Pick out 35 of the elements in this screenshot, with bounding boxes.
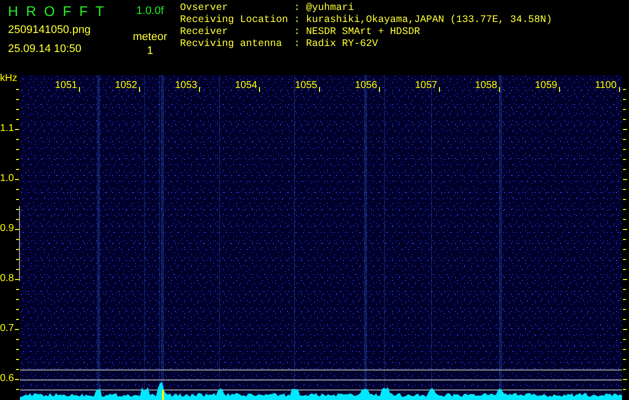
info-label: Receiver <box>180 27 230 38</box>
version-label: 1.0.0f <box>136 5 164 18</box>
axis-label: 1057 <box>415 80 438 92</box>
axis-label: 1.1 <box>0 123 14 135</box>
info-value: kurashiki,Okayama,JAPAN (133.77E, 34.58N) <box>306 15 552 27</box>
count-value: 1 <box>146 45 154 58</box>
count-label: meteor <box>132 31 168 44</box>
info-value: NESDR SMArt + HDSDR <box>306 27 422 38</box>
axis-label: 1051 <box>55 80 78 92</box>
info-value: @yuhmari <box>306 3 356 14</box>
separator: : <box>294 3 300 15</box>
separator: : <box>294 15 300 27</box>
info-label: Receiving Location <box>180 15 288 26</box>
axis-label: 0.9 <box>0 223 14 235</box>
info-value: Radix RY-62V <box>306 39 380 51</box>
axis-label: 1053 <box>175 80 198 92</box>
axis-label: 1056 <box>355 80 378 92</box>
axis-label: 1100 <box>595 80 617 92</box>
app-title: H R O F F T <box>8 2 106 20</box>
axis-label: 0.8 <box>0 273 14 285</box>
axis-label: 1058 <box>475 80 498 92</box>
separator: : <box>294 27 300 39</box>
timestamp: 25.09.14 10:50 <box>8 43 82 56</box>
axis-label: 0.6 <box>0 373 14 385</box>
axis-label: 0.7 <box>0 323 14 335</box>
axis-label: 1.0 <box>0 173 14 185</box>
unit-label: kHz <box>0 73 18 85</box>
axis-label: 1052 <box>115 80 138 92</box>
info-label: Ovserver <box>180 3 230 14</box>
separator: : <box>294 39 300 51</box>
axis-label: 1059 <box>535 80 558 92</box>
axis-label: 1055 <box>295 80 318 92</box>
file-name: 2509141050.png <box>8 24 92 37</box>
axis-label: 1054 <box>235 80 258 92</box>
info-label: Recviving antenna <box>180 39 284 51</box>
